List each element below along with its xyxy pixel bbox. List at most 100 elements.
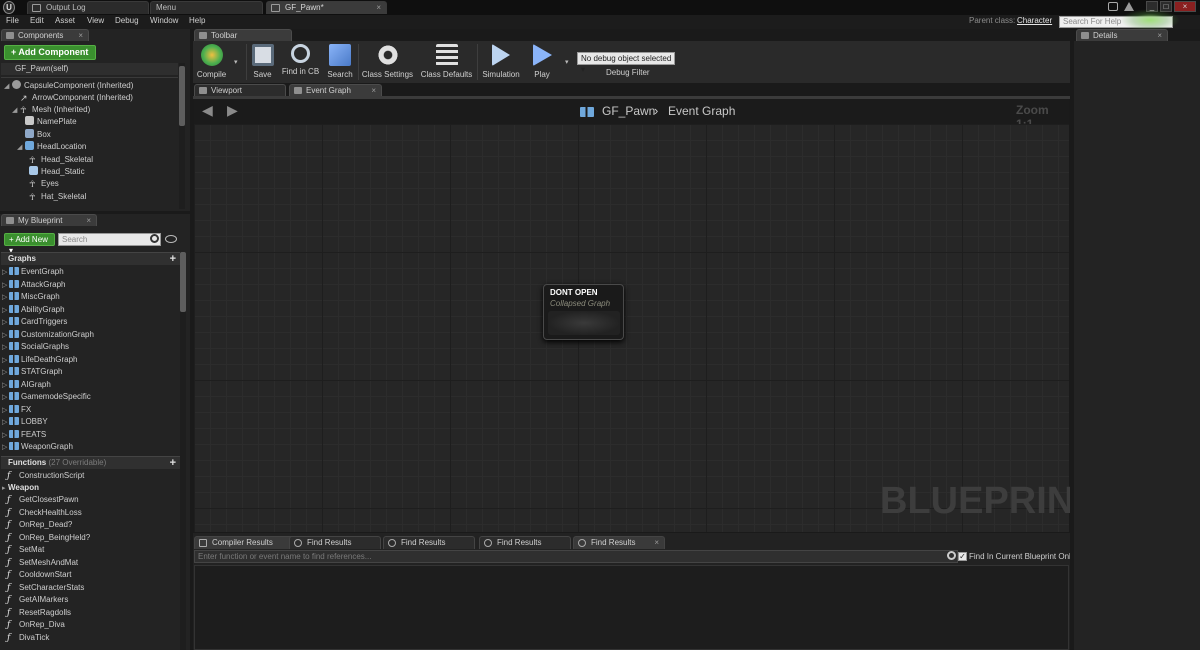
expand-arrow-icon[interactable]: ◢: [17, 142, 25, 154]
menu-window[interactable]: Window: [150, 16, 178, 25]
close-icon[interactable]: ×: [376, 2, 381, 14]
doc-tab-output-log[interactable]: Output Log: [27, 1, 149, 14]
function-item[interactable]: ƒ SetMeshAndMat: [7, 557, 78, 569]
simulation-button[interactable]: Simulation: [480, 42, 522, 82]
components-scrollbar[interactable]: [179, 63, 185, 209]
expand-arrow-icon[interactable]: ▷: [2, 417, 9, 429]
graph-item[interactable]: ▷ FX: [2, 404, 31, 416]
close-icon[interactable]: ×: [78, 30, 83, 41]
graph-item[interactable]: ▷ CustomizationGraph: [2, 329, 94, 341]
expand-arrow-icon[interactable]: ▷: [2, 280, 9, 292]
function-item[interactable]: ƒ DivaTick: [7, 632, 49, 644]
expand-arrow-icon[interactable]: ▷: [2, 330, 9, 342]
panel-splitter[interactable]: [190, 29, 193, 650]
construction-script-row[interactable]: ƒ ConstructionScript: [7, 470, 84, 482]
tab-find-results[interactable]: Find Results: [289, 536, 381, 549]
function-item[interactable]: ƒ OnRep_BeingHeld?: [7, 532, 90, 544]
weapon-category-row[interactable]: ▸ Weapon: [2, 482, 39, 494]
menu-view[interactable]: View: [87, 16, 104, 25]
expand-arrow-icon[interactable]: ▷: [2, 367, 9, 379]
expand-arrow-icon[interactable]: ▷: [2, 342, 9, 354]
expand-arrow-icon[interactable]: ◢: [4, 81, 12, 93]
search-icon[interactable]: [947, 551, 956, 560]
tab-find-results[interactable]: Find Results: [383, 536, 475, 549]
graph-item[interactable]: ▷ MiscGraph: [2, 291, 60, 303]
search-icon[interactable]: [150, 234, 159, 243]
search-button[interactable]: Search: [325, 42, 355, 82]
menu-asset[interactable]: Asset: [55, 16, 75, 25]
panel-splitter[interactable]: [1070, 29, 1074, 650]
compile-button[interactable]: Compile: [195, 42, 228, 82]
function-item[interactable]: ƒ CheckHealthLoss: [7, 507, 82, 519]
tab-event-graph[interactable]: Event Graph ×: [289, 84, 382, 96]
graph-item[interactable]: ▷ EventGraph: [2, 266, 64, 278]
graph-item[interactable]: ▷ STATGraph: [2, 366, 63, 378]
doc-tab-gf-pawn[interactable]: GF_Pawn* ×: [266, 1, 387, 14]
component-item[interactable]: ☥ Head_Skeletal: [29, 154, 93, 166]
function-item[interactable]: ƒ SetMat: [7, 544, 44, 556]
tab-viewport[interactable]: Viewport: [194, 84, 286, 96]
tab-find-results[interactable]: Find Results ×: [573, 536, 665, 549]
blueprint-search-input[interactable]: Search: [58, 233, 161, 246]
function-item[interactable]: ƒ CooldownStart: [7, 569, 71, 581]
expand-arrow-icon[interactable]: ▷: [2, 430, 9, 442]
find-in-cb-button[interactable]: Find in CB: [281, 42, 320, 82]
expand-arrow-icon[interactable]: ▷: [2, 292, 9, 304]
component-item[interactable]: ◢ CapsuleComponent (Inherited): [4, 80, 133, 92]
expand-arrow-icon[interactable]: ▷: [2, 305, 9, 317]
graph-item[interactable]: ▷ SocialGraphs: [2, 341, 69, 353]
my-blueprint-scrollbar[interactable]: [180, 252, 186, 650]
function-item[interactable]: ƒ OnRep_Diva: [7, 619, 65, 631]
graph-item[interactable]: ▷ AIGraph: [2, 379, 51, 391]
close-icon[interactable]: ×: [1157, 30, 1162, 41]
graph-item[interactable]: ▷ CardTriggers: [2, 316, 67, 328]
graph-item[interactable]: ▷ GamemodeSpecific: [2, 391, 91, 403]
class-defaults-button[interactable]: Class Defaults: [420, 42, 473, 82]
function-item[interactable]: ƒ GetAIMarkers: [7, 594, 68, 606]
expand-arrow-icon[interactable]: ▷: [2, 405, 9, 417]
back-arrow-icon[interactable]: ◀: [202, 102, 213, 119]
eye-icon[interactable]: [165, 235, 177, 243]
scrollbar-thumb[interactable]: [179, 66, 185, 126]
close-icon[interactable]: ×: [654, 537, 659, 549]
tab-toolbar[interactable]: Toolbar: [194, 29, 292, 41]
graph-item[interactable]: ▷ LOBBY: [2, 416, 48, 428]
collapsed-graph-node[interactable]: DONT OPEN Collapsed Graph: [543, 284, 624, 340]
scrollbar-thumb[interactable]: [180, 252, 186, 312]
class-settings-button[interactable]: Class Settings: [361, 42, 414, 82]
menu-edit[interactable]: Edit: [30, 16, 44, 25]
tab-details[interactable]: Details ×: [1076, 29, 1168, 41]
overridable-count[interactable]: (27 Overridable): [48, 458, 106, 467]
add-component-button[interactable]: + Add Component ▾: [4, 45, 96, 70]
tab-find-results[interactable]: Find Results: [479, 536, 571, 549]
forward-arrow-icon[interactable]: ▶: [227, 102, 238, 119]
menu-help[interactable]: Help: [189, 16, 205, 25]
function-item[interactable]: ƒ ResetRagdolls: [7, 607, 71, 619]
find-references-input[interactable]: Enter function or event name to find ref…: [194, 550, 958, 563]
expand-arrow-icon[interactable]: ▷: [2, 355, 9, 367]
component-item[interactable]: ◢ ☥ Mesh (Inherited): [12, 104, 90, 116]
doc-tab-menu[interactable]: Menu: [150, 1, 263, 14]
expand-arrow-icon[interactable]: ▷: [2, 267, 9, 279]
save-button[interactable]: Save: [249, 42, 276, 82]
close-window-button[interactable]: ×: [1174, 1, 1196, 12]
breadcrumb-root[interactable]: GF_Pawn: [602, 104, 655, 118]
add-graph-icon[interactable]: +: [170, 253, 176, 265]
functions-section-header[interactable]: Functions (27 Overridable) +: [1, 456, 180, 469]
component-item[interactable]: ☥ Hat_Skeletal: [29, 191, 86, 203]
menu-debug[interactable]: Debug: [115, 16, 139, 25]
add-function-icon[interactable]: +: [170, 457, 176, 469]
graph-item[interactable]: ▷ FEATS: [2, 429, 46, 441]
component-item[interactable]: NamePlate: [25, 116, 77, 128]
tab-components[interactable]: Components ×: [1, 29, 89, 41]
parent-class-link[interactable]: Character: [1017, 16, 1052, 25]
component-item[interactable]: ◢ HeadLocation: [17, 141, 86, 153]
component-item[interactable]: Head_Static: [29, 166, 85, 178]
component-item[interactable]: ↗ ArrowComponent (Inherited): [12, 92, 133, 104]
expand-arrow-icon[interactable]: ◢: [12, 105, 20, 117]
graph-item[interactable]: ▷ LifeDeathGraph: [2, 354, 77, 366]
graph-item[interactable]: ▷ WeaponGraph: [2, 441, 73, 453]
function-item[interactable]: ƒ GetClosestPawn: [7, 494, 79, 506]
graph-item[interactable]: ▷ AbilityGraph: [2, 304, 65, 316]
component-item[interactable]: Box: [25, 129, 51, 141]
